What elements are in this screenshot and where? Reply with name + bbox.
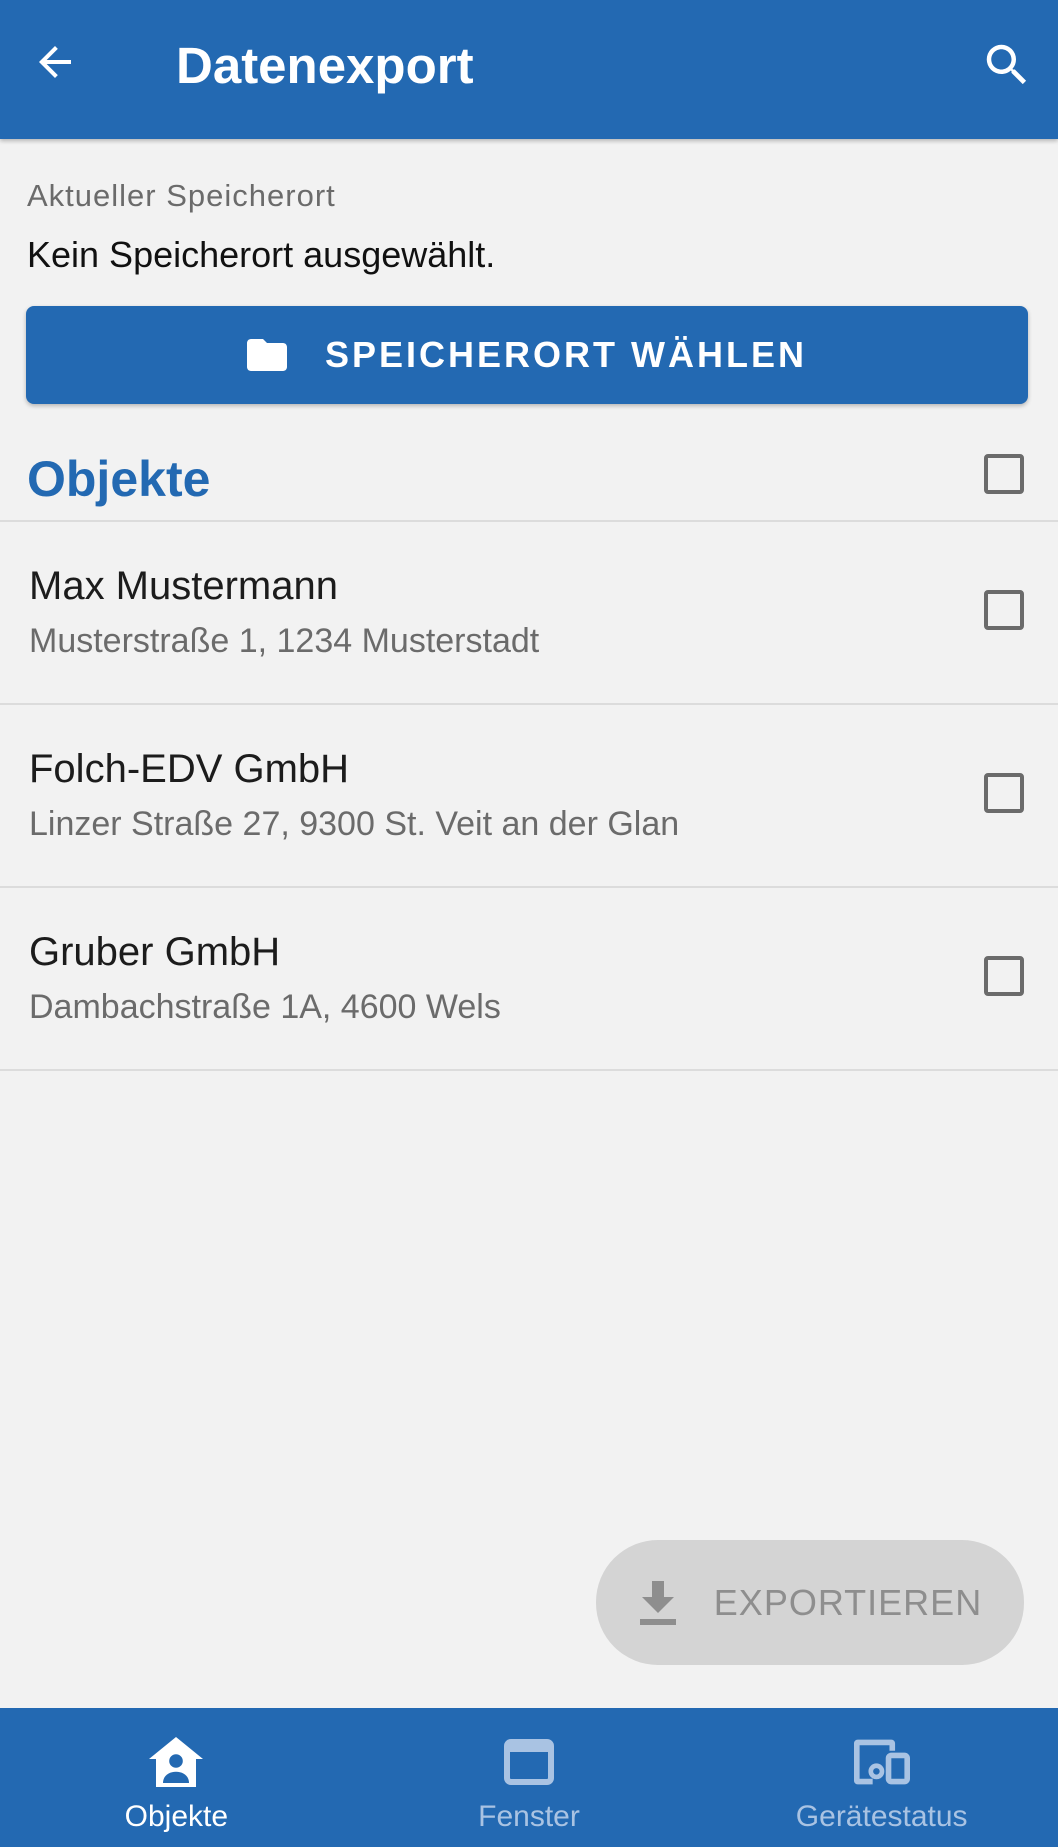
storage-location-value: Kein Speicherort ausgewählt.	[27, 234, 496, 275]
nav-label: Gerätestatus	[795, 1800, 968, 1833]
download-icon	[639, 1580, 676, 1625]
folder-icon	[246, 339, 287, 371]
search-button[interactable]	[974, 32, 1040, 98]
list-item[interactable]: Max Mustermann Musterstraße 1, 1234 Must…	[0, 522, 1058, 705]
list-item[interactable]: Gruber GmbH Dambachstraße 1A, 4600 Wels	[0, 888, 1058, 1071]
nav-item-fenster[interactable]: Fenster	[353, 1708, 706, 1847]
object-name: Gruber GmbH	[29, 930, 281, 974]
window-icon	[501, 1734, 557, 1790]
object-checkbox[interactable]	[984, 956, 1024, 996]
devices-icon	[853, 1734, 910, 1790]
list-item[interactable]: Folch-EDV GmbH Linzer Straße 27, 9300 St…	[0, 705, 1058, 888]
app-bar: Datenexport	[0, 0, 1058, 139]
nav-item-objekte[interactable]: Objekte	[0, 1708, 353, 1847]
object-address: Musterstraße 1, 1234 Musterstadt	[29, 622, 540, 660]
select-all-checkbox[interactable]	[984, 454, 1024, 494]
back-button[interactable]	[25, 32, 85, 92]
export-label: EXPORTIEREN	[713, 1581, 983, 1623]
search-icon	[986, 44, 1027, 85]
choose-storage-button[interactable]: SPEICHERORT WÄHLEN	[26, 306, 1028, 404]
objects-section-header: Objekte	[0, 430, 1058, 522]
object-checkbox[interactable]	[984, 590, 1024, 630]
nav-label: Fenster	[478, 1800, 580, 1833]
storage-location-label: Aktueller Speicherort	[27, 178, 336, 213]
object-name: Max Mustermann	[29, 564, 338, 608]
object-address: Dambachstraße 1A, 4600 Wels	[29, 988, 501, 1026]
section-title: Objekte	[27, 451, 211, 507]
nav-item-geraetestatus[interactable]: Gerätestatus	[705, 1708, 1058, 1847]
object-name: Folch-EDV GmbH	[29, 747, 350, 791]
datenexport-screen: Datenexport Aktueller Speicherort Kein S…	[0, 0, 1058, 1847]
object-address: Linzer Straße 27, 9300 St. Veit an der G…	[29, 805, 680, 843]
object-checkbox[interactable]	[984, 773, 1024, 813]
choose-storage-label: SPEICHERORT WÄHLEN	[324, 334, 807, 375]
nav-label: Objekte	[124, 1800, 229, 1833]
export-button[interactable]: EXPORTIEREN	[596, 1540, 1024, 1665]
arrow-back-icon	[39, 46, 71, 78]
page-title: Datenexport	[176, 37, 474, 94]
home-person-icon	[148, 1734, 204, 1790]
object-list: Max Mustermann Musterstraße 1, 1234 Must…	[0, 522, 1058, 1071]
bottom-navigation: Objekte Fenster Gerätestatus	[0, 1708, 1058, 1847]
